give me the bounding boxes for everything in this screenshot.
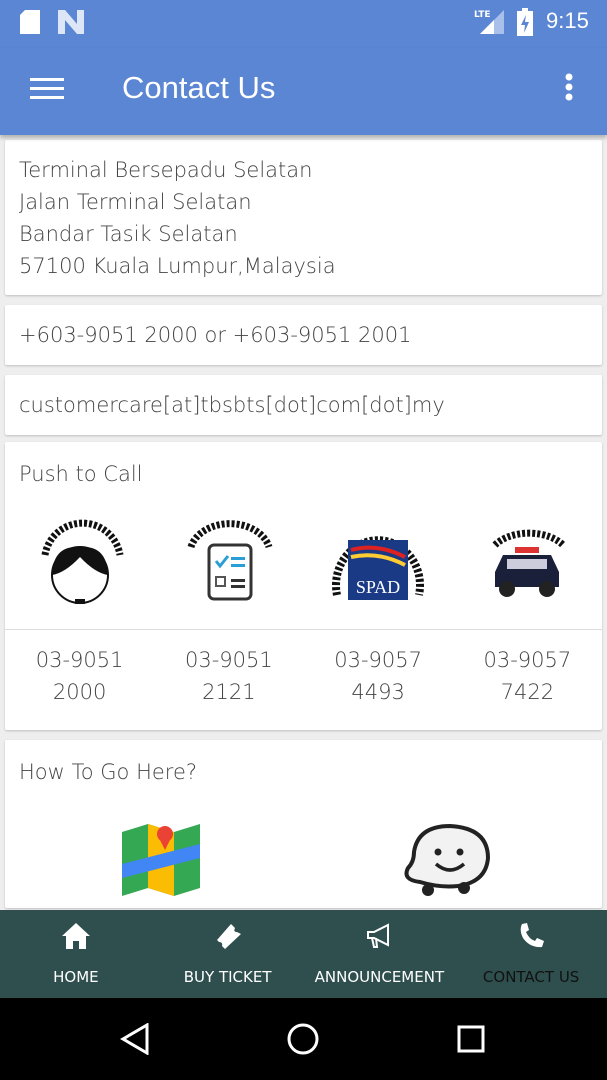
nav-announcement[interactable]: ANNOUNCEMENT	[304, 910, 456, 998]
nav-home[interactable]: HOME	[0, 910, 152, 998]
phone-number[interactable]: 7422	[501, 680, 554, 704]
how-to-go-title: How To Go Here?	[19, 760, 198, 784]
page-title: Contact Us	[122, 70, 276, 105]
menu-icon[interactable]	[30, 78, 64, 100]
home-icon	[61, 923, 90, 949]
back-icon[interactable]	[120, 1023, 150, 1055]
call-customer-service[interactable]: 03-9051 2000	[5, 644, 154, 708]
phone-numbers[interactable]: +603-9051 2000 or +603-9051 2001	[5, 319, 602, 351]
megaphone-icon	[367, 923, 390, 948]
spad-logo[interactable]: SPAD	[304, 515, 453, 615]
battery-charging-icon	[517, 8, 533, 36]
customer-service-office-logo[interactable]	[5, 517, 154, 612]
address-line: Terminal Bersepadu Selatan	[19, 158, 313, 182]
nav-label: ANNOUNCEMENT	[314, 968, 445, 986]
clock: 9:15	[546, 8, 589, 33]
push-to-call-title: Push to Call	[19, 462, 143, 486]
call-police-post[interactable]: 03-9057 7422	[453, 644, 602, 708]
address-line: Bandar Tasik Selatan	[19, 222, 238, 246]
email-card[interactable]: customercare[at]tbsbts[dot]com[dot]my	[5, 375, 602, 435]
nav-label: HOME	[53, 968, 99, 986]
management-office-logo[interactable]	[154, 517, 303, 612]
bottom-navigation: HOME BUY TICKET ANNOUNCEMENT CONTACT US	[0, 910, 607, 998]
nav-label: BUY TICKET	[183, 968, 272, 986]
phone-number[interactable]: 2121	[202, 680, 255, 704]
call-management-office[interactable]: 03-9051 2121	[154, 644, 303, 708]
system-navigation-bar	[0, 998, 607, 1080]
notification-n-icon	[58, 10, 84, 34]
nav-contact-us[interactable]: CONTACT US	[455, 910, 607, 998]
svg-text:SPAD: SPAD	[356, 577, 400, 597]
phone-number[interactable]: 03-9057	[334, 648, 422, 672]
police-post-logo[interactable]	[453, 517, 602, 612]
app-bar: Contact Us	[0, 48, 607, 135]
status-bar: LTE 9:15	[0, 0, 607, 48]
nav-buy-ticket[interactable]: BUY TICKET	[152, 910, 304, 998]
more-options-icon[interactable]	[564, 73, 574, 103]
phone-number[interactable]: 03-9057	[484, 648, 572, 672]
signal-icon	[480, 10, 504, 34]
phone-number[interactable]: 03-9051	[36, 648, 124, 672]
home-circle-icon[interactable]	[287, 1023, 319, 1055]
phone-card[interactable]: +603-9051 2000 or +603-9051 2001	[5, 305, 602, 365]
waze-icon[interactable]	[400, 822, 495, 898]
how-to-go-card: How To Go Here?	[5, 740, 602, 908]
phone-icon	[520, 923, 545, 948]
ticket-icon	[216, 924, 241, 949]
email-address[interactable]: customercare[at]tbsbts[dot]com[dot]my	[5, 389, 602, 421]
sd-card-icon	[20, 10, 40, 34]
push-to-call-card: Push to Call SPAD 03-9051 2000 03-9051 212…	[5, 442, 602, 730]
nav-label: CONTACT US	[482, 968, 580, 986]
google-maps-icon[interactable]	[122, 824, 200, 896]
address-line: Jalan Terminal Selatan	[19, 190, 252, 214]
phone-number[interactable]: 2000	[53, 680, 106, 704]
address-line: 57100 Kuala Lumpur,Malaysia	[19, 254, 336, 278]
recents-icon[interactable]	[457, 1025, 485, 1053]
call-spad[interactable]: 03-9057 4493	[304, 644, 453, 708]
phone-number[interactable]: 03-9051	[185, 648, 273, 672]
address-card: Terminal Bersepadu Selatan Jalan Termina…	[5, 140, 602, 295]
phone-number[interactable]: 4493	[351, 680, 404, 704]
